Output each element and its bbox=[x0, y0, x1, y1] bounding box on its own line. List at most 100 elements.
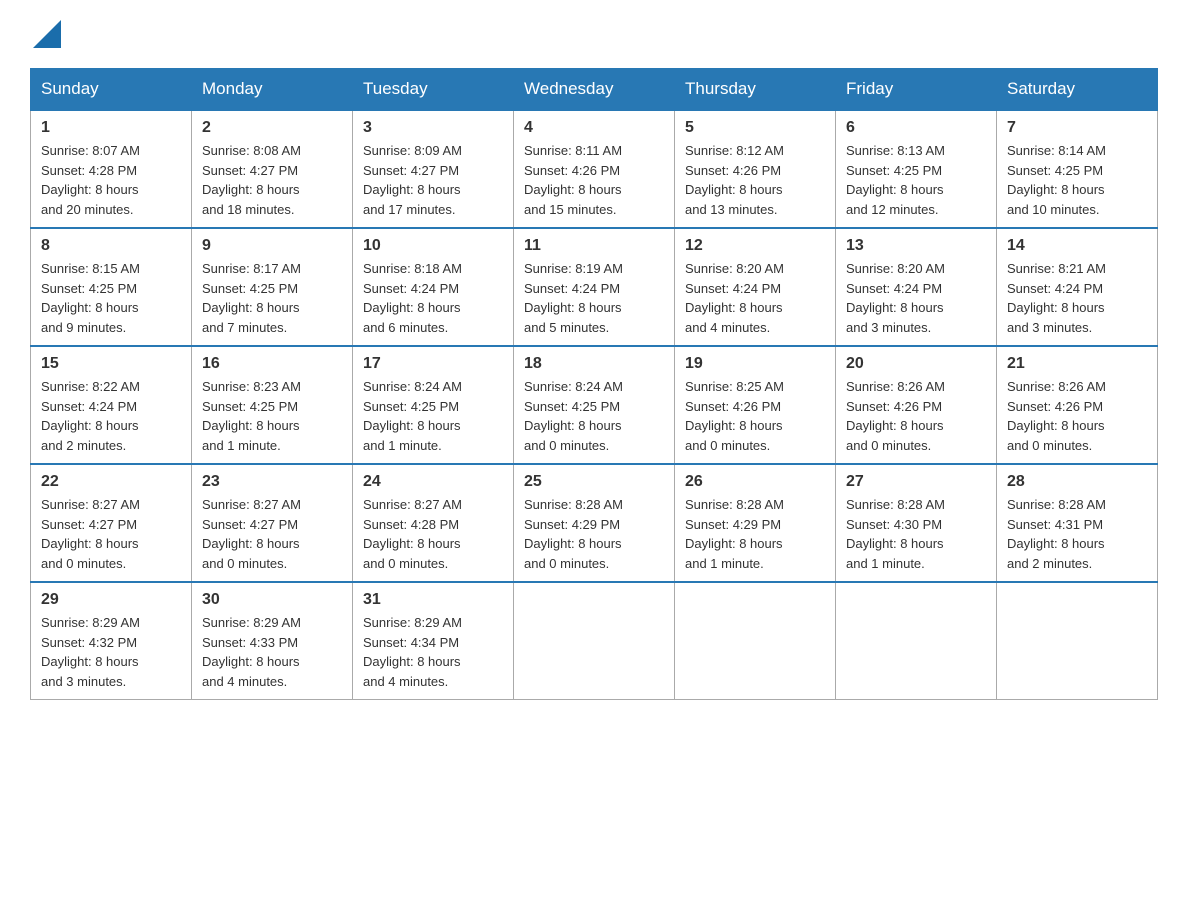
calendar-cell: 17 Sunrise: 8:24 AM Sunset: 4:25 PM Dayl… bbox=[353, 346, 514, 464]
day-number: 12 bbox=[685, 237, 825, 255]
page-header bbox=[30, 20, 1158, 48]
day-number: 2 bbox=[202, 119, 342, 137]
day-number: 17 bbox=[363, 355, 503, 373]
day-number: 14 bbox=[1007, 237, 1147, 255]
day-number: 11 bbox=[524, 237, 664, 255]
day-info: Sunrise: 8:17 AM Sunset: 4:25 PM Dayligh… bbox=[202, 259, 342, 337]
day-info: Sunrise: 8:14 AM Sunset: 4:25 PM Dayligh… bbox=[1007, 141, 1147, 219]
calendar-cell: 31 Sunrise: 8:29 AM Sunset: 4:34 PM Dayl… bbox=[353, 582, 514, 700]
day-info: Sunrise: 8:22 AM Sunset: 4:24 PM Dayligh… bbox=[41, 377, 181, 455]
calendar-cell: 25 Sunrise: 8:28 AM Sunset: 4:29 PM Dayl… bbox=[514, 464, 675, 582]
day-info: Sunrise: 8:28 AM Sunset: 4:31 PM Dayligh… bbox=[1007, 495, 1147, 573]
day-number: 15 bbox=[41, 355, 181, 373]
day-number: 28 bbox=[1007, 473, 1147, 491]
calendar-cell: 24 Sunrise: 8:27 AM Sunset: 4:28 PM Dayl… bbox=[353, 464, 514, 582]
day-number: 31 bbox=[363, 591, 503, 609]
logo bbox=[30, 20, 61, 48]
day-info: Sunrise: 8:13 AM Sunset: 4:25 PM Dayligh… bbox=[846, 141, 986, 219]
day-info: Sunrise: 8:25 AM Sunset: 4:26 PM Dayligh… bbox=[685, 377, 825, 455]
calendar-cell: 21 Sunrise: 8:26 AM Sunset: 4:26 PM Dayl… bbox=[997, 346, 1158, 464]
day-info: Sunrise: 8:29 AM Sunset: 4:33 PM Dayligh… bbox=[202, 613, 342, 691]
calendar-cell: 12 Sunrise: 8:20 AM Sunset: 4:24 PM Dayl… bbox=[675, 228, 836, 346]
day-info: Sunrise: 8:28 AM Sunset: 4:30 PM Dayligh… bbox=[846, 495, 986, 573]
calendar-table: SundayMondayTuesdayWednesdayThursdayFrid… bbox=[30, 68, 1158, 700]
day-info: Sunrise: 8:21 AM Sunset: 4:24 PM Dayligh… bbox=[1007, 259, 1147, 337]
day-number: 29 bbox=[41, 591, 181, 609]
day-number: 30 bbox=[202, 591, 342, 609]
day-info: Sunrise: 8:15 AM Sunset: 4:25 PM Dayligh… bbox=[41, 259, 181, 337]
week-row-4: 22 Sunrise: 8:27 AM Sunset: 4:27 PM Dayl… bbox=[31, 464, 1158, 582]
day-info: Sunrise: 8:27 AM Sunset: 4:27 PM Dayligh… bbox=[202, 495, 342, 573]
calendar-cell: 16 Sunrise: 8:23 AM Sunset: 4:25 PM Dayl… bbox=[192, 346, 353, 464]
day-info: Sunrise: 8:18 AM Sunset: 4:24 PM Dayligh… bbox=[363, 259, 503, 337]
calendar-cell: 9 Sunrise: 8:17 AM Sunset: 4:25 PM Dayli… bbox=[192, 228, 353, 346]
day-info: Sunrise: 8:24 AM Sunset: 4:25 PM Dayligh… bbox=[524, 377, 664, 455]
day-info: Sunrise: 8:26 AM Sunset: 4:26 PM Dayligh… bbox=[846, 377, 986, 455]
calendar-cell: 20 Sunrise: 8:26 AM Sunset: 4:26 PM Dayl… bbox=[836, 346, 997, 464]
day-number: 25 bbox=[524, 473, 664, 491]
calendar-cell: 6 Sunrise: 8:13 AM Sunset: 4:25 PM Dayli… bbox=[836, 110, 997, 228]
calendar-cell bbox=[836, 582, 997, 700]
header-wednesday: Wednesday bbox=[514, 69, 675, 111]
day-info: Sunrise: 8:07 AM Sunset: 4:28 PM Dayligh… bbox=[41, 141, 181, 219]
calendar-cell: 11 Sunrise: 8:19 AM Sunset: 4:24 PM Dayl… bbox=[514, 228, 675, 346]
header-friday: Friday bbox=[836, 69, 997, 111]
logo-triangle-icon bbox=[33, 20, 61, 48]
day-number: 18 bbox=[524, 355, 664, 373]
calendar-cell: 4 Sunrise: 8:11 AM Sunset: 4:26 PM Dayli… bbox=[514, 110, 675, 228]
day-number: 13 bbox=[846, 237, 986, 255]
calendar-cell bbox=[675, 582, 836, 700]
day-info: Sunrise: 8:24 AM Sunset: 4:25 PM Dayligh… bbox=[363, 377, 503, 455]
day-info: Sunrise: 8:20 AM Sunset: 4:24 PM Dayligh… bbox=[846, 259, 986, 337]
day-info: Sunrise: 8:12 AM Sunset: 4:26 PM Dayligh… bbox=[685, 141, 825, 219]
calendar-cell: 29 Sunrise: 8:29 AM Sunset: 4:32 PM Dayl… bbox=[31, 582, 192, 700]
day-number: 9 bbox=[202, 237, 342, 255]
day-info: Sunrise: 8:27 AM Sunset: 4:28 PM Dayligh… bbox=[363, 495, 503, 573]
day-info: Sunrise: 8:19 AM Sunset: 4:24 PM Dayligh… bbox=[524, 259, 664, 337]
calendar-cell: 18 Sunrise: 8:24 AM Sunset: 4:25 PM Dayl… bbox=[514, 346, 675, 464]
day-info: Sunrise: 8:28 AM Sunset: 4:29 PM Dayligh… bbox=[685, 495, 825, 573]
day-info: Sunrise: 8:11 AM Sunset: 4:26 PM Dayligh… bbox=[524, 141, 664, 219]
day-info: Sunrise: 8:23 AM Sunset: 4:25 PM Dayligh… bbox=[202, 377, 342, 455]
calendar-cell: 7 Sunrise: 8:14 AM Sunset: 4:25 PM Dayli… bbox=[997, 110, 1158, 228]
day-number: 26 bbox=[685, 473, 825, 491]
header-thursday: Thursday bbox=[675, 69, 836, 111]
header-monday: Monday bbox=[192, 69, 353, 111]
day-info: Sunrise: 8:29 AM Sunset: 4:34 PM Dayligh… bbox=[363, 613, 503, 691]
day-number: 23 bbox=[202, 473, 342, 491]
calendar-cell: 28 Sunrise: 8:28 AM Sunset: 4:31 PM Dayl… bbox=[997, 464, 1158, 582]
calendar-cell: 8 Sunrise: 8:15 AM Sunset: 4:25 PM Dayli… bbox=[31, 228, 192, 346]
header-sunday: Sunday bbox=[31, 69, 192, 111]
calendar-cell: 14 Sunrise: 8:21 AM Sunset: 4:24 PM Dayl… bbox=[997, 228, 1158, 346]
calendar-header-row: SundayMondayTuesdayWednesdayThursdayFrid… bbox=[31, 69, 1158, 111]
calendar-cell: 26 Sunrise: 8:28 AM Sunset: 4:29 PM Dayl… bbox=[675, 464, 836, 582]
day-number: 19 bbox=[685, 355, 825, 373]
calendar-cell: 30 Sunrise: 8:29 AM Sunset: 4:33 PM Dayl… bbox=[192, 582, 353, 700]
day-number: 24 bbox=[363, 473, 503, 491]
day-number: 21 bbox=[1007, 355, 1147, 373]
header-saturday: Saturday bbox=[997, 69, 1158, 111]
day-number: 7 bbox=[1007, 119, 1147, 137]
day-info: Sunrise: 8:29 AM Sunset: 4:32 PM Dayligh… bbox=[41, 613, 181, 691]
day-number: 8 bbox=[41, 237, 181, 255]
day-number: 3 bbox=[363, 119, 503, 137]
day-number: 10 bbox=[363, 237, 503, 255]
day-number: 5 bbox=[685, 119, 825, 137]
calendar-cell: 2 Sunrise: 8:08 AM Sunset: 4:27 PM Dayli… bbox=[192, 110, 353, 228]
week-row-1: 1 Sunrise: 8:07 AM Sunset: 4:28 PM Dayli… bbox=[31, 110, 1158, 228]
calendar-cell: 27 Sunrise: 8:28 AM Sunset: 4:30 PM Dayl… bbox=[836, 464, 997, 582]
calendar-cell: 23 Sunrise: 8:27 AM Sunset: 4:27 PM Dayl… bbox=[192, 464, 353, 582]
day-number: 1 bbox=[41, 119, 181, 137]
week-row-2: 8 Sunrise: 8:15 AM Sunset: 4:25 PM Dayli… bbox=[31, 228, 1158, 346]
day-info: Sunrise: 8:26 AM Sunset: 4:26 PM Dayligh… bbox=[1007, 377, 1147, 455]
day-info: Sunrise: 8:20 AM Sunset: 4:24 PM Dayligh… bbox=[685, 259, 825, 337]
day-info: Sunrise: 8:28 AM Sunset: 4:29 PM Dayligh… bbox=[524, 495, 664, 573]
calendar-cell: 10 Sunrise: 8:18 AM Sunset: 4:24 PM Dayl… bbox=[353, 228, 514, 346]
day-info: Sunrise: 8:09 AM Sunset: 4:27 PM Dayligh… bbox=[363, 141, 503, 219]
day-number: 4 bbox=[524, 119, 664, 137]
header-tuesday: Tuesday bbox=[353, 69, 514, 111]
day-number: 22 bbox=[41, 473, 181, 491]
day-number: 16 bbox=[202, 355, 342, 373]
calendar-cell: 15 Sunrise: 8:22 AM Sunset: 4:24 PM Dayl… bbox=[31, 346, 192, 464]
calendar-cell: 19 Sunrise: 8:25 AM Sunset: 4:26 PM Dayl… bbox=[675, 346, 836, 464]
